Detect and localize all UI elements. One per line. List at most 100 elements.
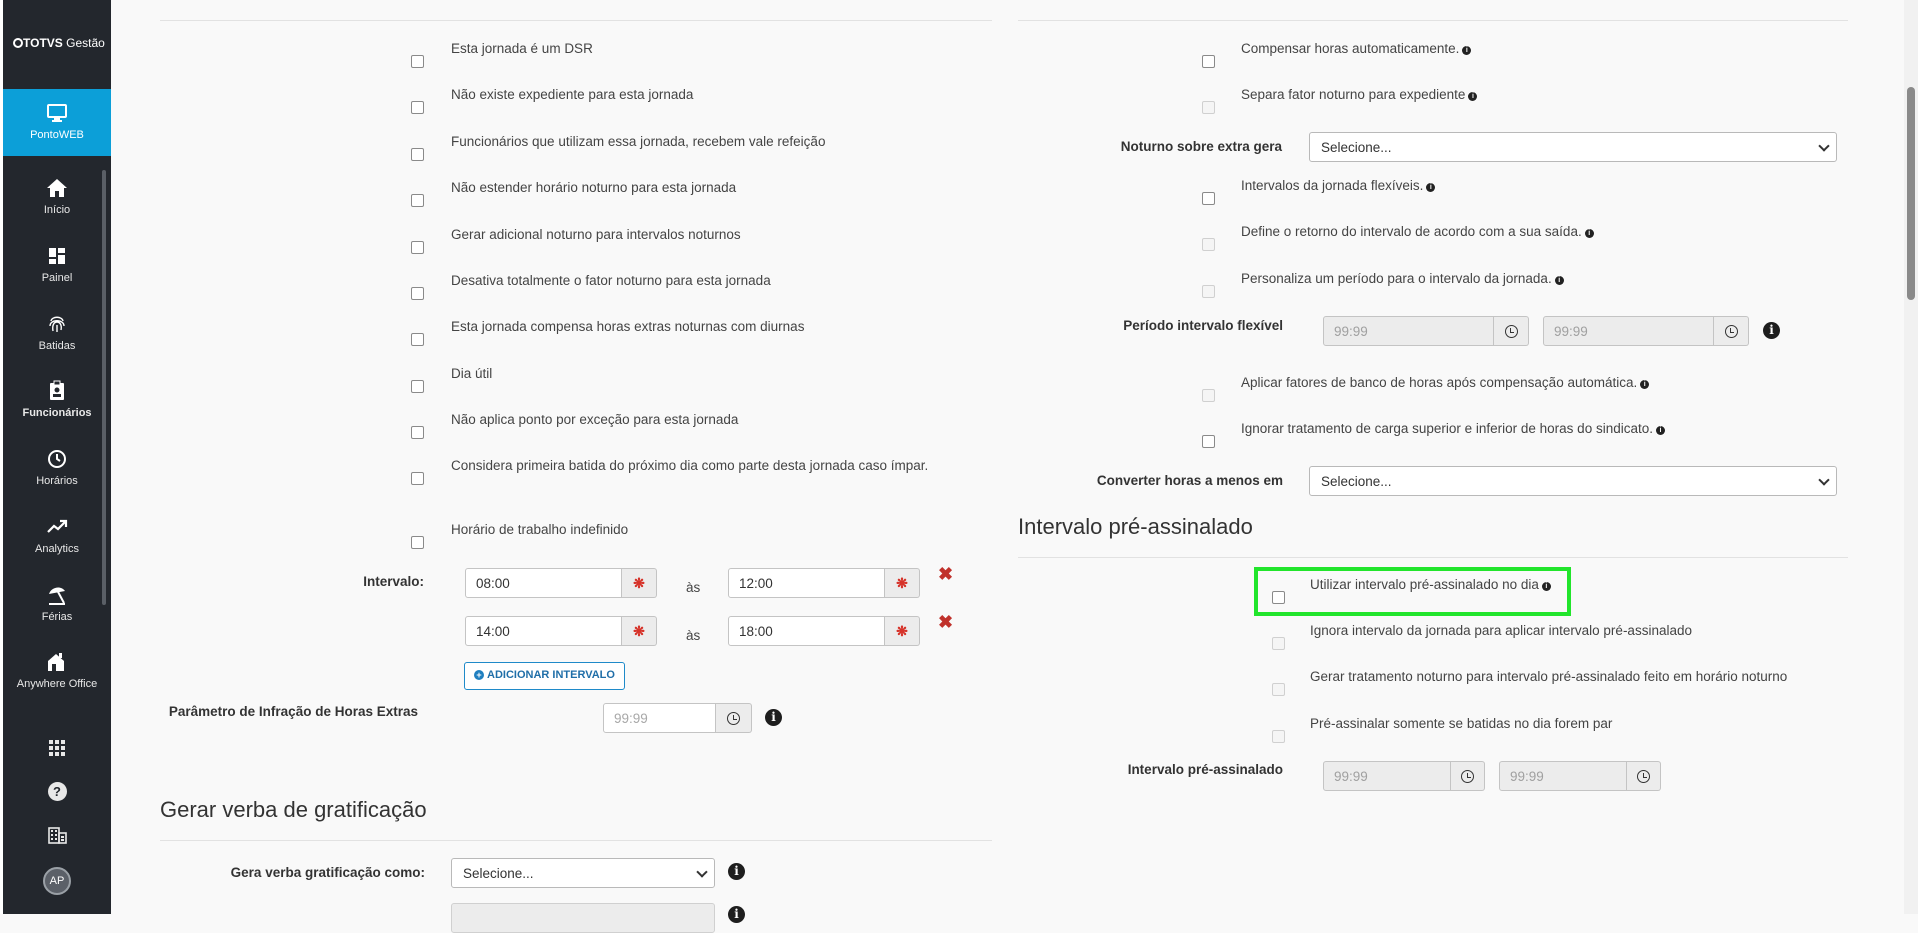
info-icon[interactable]: i xyxy=(1763,322,1780,339)
checkbox[interactable] xyxy=(411,241,424,254)
info-icon[interactable]: i xyxy=(765,709,782,726)
grid-icon[interactable] xyxy=(3,739,111,761)
divider xyxy=(1018,557,1848,558)
asterisk-icon: ❋ xyxy=(633,575,645,591)
checkbox[interactable] xyxy=(411,287,424,300)
sidebar-item-label: Anywhere Office xyxy=(16,678,98,690)
asterisk-icon: ❋ xyxy=(896,575,908,591)
checkbox[interactable] xyxy=(411,426,424,439)
info-icon[interactable]: i xyxy=(1468,92,1478,101)
sidebar-item-label: Início xyxy=(43,204,71,216)
checkbox[interactable] xyxy=(1272,637,1285,650)
convert-select[interactable]: Selecione... xyxy=(1309,466,1837,496)
flex-to-clock-button[interactable] xyxy=(1714,316,1749,346)
info-icon[interactable]: i xyxy=(1554,276,1564,285)
interval-start-input[interactable]: 08:00 xyxy=(465,568,622,598)
sidebar-item-anywhere-office[interactable]: Anywhere Office xyxy=(3,646,111,690)
checkbox[interactable] xyxy=(411,380,424,393)
clock-icon xyxy=(727,712,740,725)
pre-from-clock-button[interactable] xyxy=(1451,761,1485,791)
overtime-clock-button[interactable] xyxy=(716,703,752,733)
asterisk-icon: ❋ xyxy=(633,623,645,639)
flex-period-from[interactable]: 99:99 xyxy=(1323,316,1494,346)
highlight-box xyxy=(1254,567,1571,616)
checkbox-text: Gerar tratamento noturno para intervalo … xyxy=(1310,669,1788,684)
sidebar-item-label: Férias xyxy=(41,611,73,623)
sidebar-item-painel[interactable]: Painel xyxy=(3,240,111,284)
trending-icon xyxy=(3,516,111,538)
checkbox[interactable] xyxy=(1202,192,1215,205)
checkbox-label: Não aplica ponto por exceção para esta j… xyxy=(451,412,739,427)
checkbox[interactable] xyxy=(411,101,424,114)
checkbox[interactable] xyxy=(411,536,424,549)
page-scrollbar[interactable] xyxy=(1904,0,1918,914)
gratification-secondary-field[interactable] xyxy=(451,903,715,933)
sidebar-item-horarios[interactable]: Horários xyxy=(3,443,111,487)
checkbox-label: Esta jornada é um DSR xyxy=(451,41,593,56)
checkbox[interactable] xyxy=(411,55,424,68)
totvs-logo[interactable]: TOTVS Gestão xyxy=(13,36,105,50)
flex-period-to[interactable]: 99:99 xyxy=(1543,316,1714,346)
sidebar-item-label: Horários xyxy=(36,475,78,487)
remove-interval-icon[interactable]: ✖ xyxy=(938,564,953,585)
pre-interval-to[interactable]: 99:99 xyxy=(1499,761,1627,791)
checkbox[interactable] xyxy=(1202,101,1215,114)
checkbox[interactable] xyxy=(1202,389,1215,402)
sidebar-item-funcionarios[interactable]: Funcionários xyxy=(3,375,111,419)
interval-end-input[interactable]: 18:00 xyxy=(728,616,885,646)
checkbox[interactable] xyxy=(411,333,424,346)
checkbox[interactable] xyxy=(1202,285,1215,298)
interval-start-input[interactable]: 14:00 xyxy=(465,616,622,646)
building-icon[interactable] xyxy=(3,827,111,847)
sidebar-item-pontoweb[interactable]: PontoWEB xyxy=(3,89,111,156)
checkbox[interactable] xyxy=(1272,730,1285,743)
checkbox-label: Horário de trabalho indefinido xyxy=(451,522,629,537)
fingerprint-icon xyxy=(3,313,111,335)
checkbox[interactable] xyxy=(411,194,424,207)
info-icon[interactable]: i xyxy=(1462,46,1472,55)
sidebar-item-batidas[interactable]: Batidas xyxy=(3,308,111,352)
pre-interval-title: Intervalo pré-assinalado xyxy=(1018,514,1253,539)
info-icon[interactable]: i xyxy=(1640,380,1650,389)
noturno-select[interactable]: Selecione... xyxy=(1309,132,1837,162)
checkbox[interactable] xyxy=(1202,55,1215,68)
remove-interval-icon[interactable]: ✖ xyxy=(938,612,953,633)
interval-end-input[interactable]: 12:00 xyxy=(728,568,885,598)
avatar[interactable]: AP xyxy=(3,867,111,895)
checkbox-text: Ignora intervalo da jornada para aplicar… xyxy=(1310,623,1692,638)
info-icon[interactable]: i xyxy=(728,906,745,923)
pre-interval-from[interactable]: 99:99 xyxy=(1323,761,1451,791)
sidebar-item-inicio[interactable]: Início xyxy=(3,172,111,216)
flex-from-clock-button[interactable] xyxy=(1494,316,1529,346)
info-icon[interactable]: i xyxy=(1426,183,1436,192)
sidebar-item-ferias[interactable]: Férias xyxy=(3,579,111,623)
checkbox-label: Personaliza um período para o intervalo … xyxy=(1241,271,1564,286)
checkbox-text: Aplicar fatores de banco de horas após c… xyxy=(1241,375,1638,390)
checkbox-text: Separa fator noturno para expediente xyxy=(1241,87,1466,102)
checkbox-label: Funcionários que utilizam essa jornada, … xyxy=(451,134,826,149)
info-icon[interactable]: i xyxy=(1655,426,1665,435)
checkbox[interactable] xyxy=(411,472,424,485)
sidebar-item-analytics[interactable]: Analytics xyxy=(3,511,111,555)
sidebar-scrollbar[interactable] xyxy=(102,170,106,605)
checkbox[interactable] xyxy=(411,148,424,161)
help-icon[interactable]: ? xyxy=(3,782,111,801)
gratification-title: Gerar verba de gratificação xyxy=(160,797,427,822)
page-scrollbar-thumb[interactable] xyxy=(1907,87,1915,300)
checkbox[interactable] xyxy=(1202,435,1215,448)
clock-icon xyxy=(1724,325,1738,338)
pre-to-clock-button[interactable] xyxy=(1627,761,1661,791)
required-indicator: ❋ xyxy=(885,616,920,646)
checkbox-text: Intervalos da jornada flexíveis. xyxy=(1241,178,1424,193)
sidebar-item-label: Analytics xyxy=(34,543,80,555)
gratification-select[interactable]: Selecione... xyxy=(451,858,715,888)
add-interval-button[interactable]: + ADICIONAR INTERVALO xyxy=(464,662,625,690)
overtime-param-input[interactable]: 99:99 xyxy=(603,703,716,733)
checkbox[interactable] xyxy=(1202,238,1215,251)
plus-circle-icon: + xyxy=(474,670,484,680)
interval-separator: às xyxy=(686,580,701,595)
checkbox[interactable] xyxy=(1272,683,1285,696)
info-icon[interactable]: i xyxy=(1584,229,1594,238)
info-icon[interactable]: i xyxy=(728,863,745,880)
checkbox-label: Pré-assinalar somente se batidas no dia … xyxy=(1310,716,1612,731)
